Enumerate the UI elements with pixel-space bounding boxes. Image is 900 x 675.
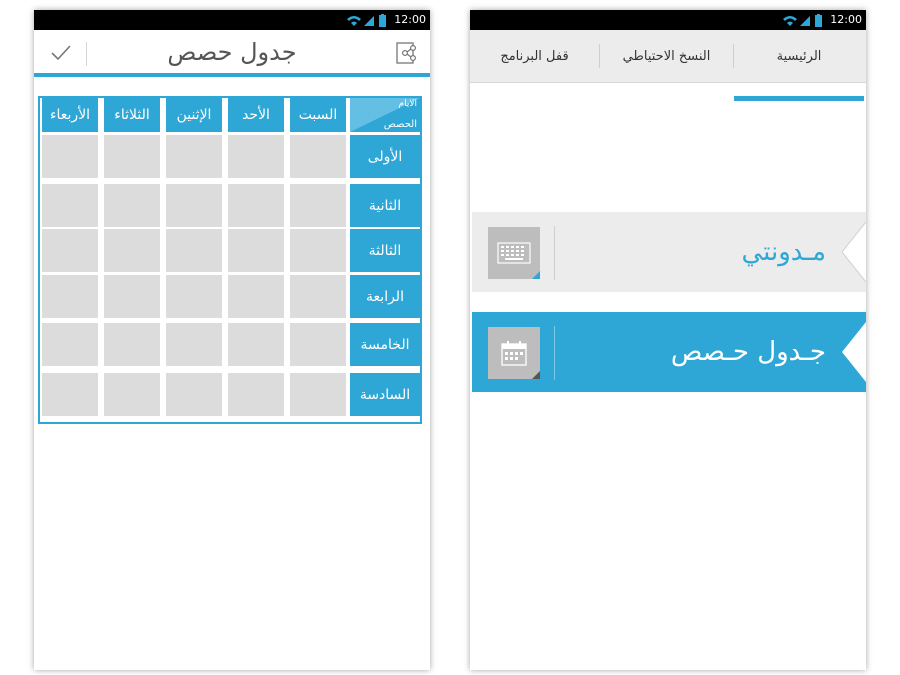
table-corner-header: الايام الحصص — [350, 98, 420, 132]
menu-icon-box — [488, 327, 540, 379]
tab-backup[interactable]: النسخ الاحتياطي — [600, 30, 733, 82]
tab-separator — [599, 44, 600, 68]
status-bar: 12:00 — [470, 10, 866, 30]
period-header: الأولى — [350, 135, 420, 178]
schedule-cell[interactable] — [228, 229, 284, 272]
day-header: السبت — [290, 98, 346, 132]
period-header: الخامسة — [350, 323, 420, 366]
schedule-cell[interactable] — [166, 184, 222, 227]
tab-bar-shadow — [470, 82, 866, 83]
tab-bar: الرئيسية النسخ الاحتياطي قفل البرنامج — [470, 30, 866, 101]
day-header: الأحد — [228, 98, 284, 132]
tab-home[interactable]: الرئيسية — [734, 30, 864, 82]
day-header: الثلاثاء — [104, 98, 160, 132]
period-header: الثانية — [350, 184, 420, 227]
status-time: 12:00 — [394, 13, 426, 26]
home-screen: 12:00 الرئيسية النسخ الاحتياطي قفل البرن… — [470, 10, 866, 670]
active-tab-indicator — [734, 96, 864, 101]
status-bar: 12:00 — [34, 10, 430, 30]
schedule-cell[interactable] — [290, 373, 346, 416]
menu-label: مـدونتي — [741, 237, 827, 267]
period-header: الثالثة — [350, 229, 420, 272]
schedule-cell[interactable] — [228, 373, 284, 416]
schedule-cell[interactable] — [228, 184, 284, 227]
app-bar-divider — [86, 42, 87, 66]
menu-separator — [554, 226, 555, 280]
schedule-cell[interactable] — [104, 184, 160, 227]
schedule-cell[interactable] — [166, 229, 222, 272]
schedule-cell[interactable] — [42, 229, 98, 272]
schedule-cell[interactable] — [290, 323, 346, 366]
schedule-cell[interactable] — [290, 135, 346, 178]
schedule-cell[interactable] — [104, 323, 160, 366]
schedule-cell[interactable] — [166, 135, 222, 178]
menu-label: جـدول حـصص — [670, 337, 826, 367]
schedule-cell[interactable] — [166, 275, 222, 318]
schedule-cell[interactable] — [166, 373, 222, 416]
app-bar-accent-line — [34, 73, 430, 77]
tab-separator — [733, 44, 734, 68]
page-title: جدول حصص — [167, 38, 297, 66]
check-icon[interactable] — [50, 43, 72, 63]
schedule-cell[interactable] — [290, 229, 346, 272]
schedule-cell[interactable] — [290, 275, 346, 318]
schedule-cell[interactable] — [104, 135, 160, 178]
schedule-cell[interactable] — [166, 323, 222, 366]
keyboard-icon — [497, 242, 531, 264]
period-header: الرابعة — [350, 275, 420, 318]
schedule-table: الايام الحصص السبت الأحد الإثنين الثلاثاء ال… — [38, 96, 422, 424]
status-time: 12:00 — [830, 13, 862, 26]
schedule-cell[interactable] — [42, 184, 98, 227]
corner-periods-label: الحصص — [383, 119, 417, 130]
schedule-cell[interactable] — [290, 184, 346, 227]
schedule-cell[interactable] — [104, 373, 160, 416]
tab-app-lock[interactable]: قفل البرنامج — [470, 30, 599, 82]
day-header: الإثنين — [166, 98, 222, 132]
schedule-cell[interactable] — [42, 373, 98, 416]
schedule-cell[interactable] — [104, 275, 160, 318]
schedule-cell[interactable] — [228, 135, 284, 178]
menu-separator — [554, 326, 555, 380]
corner-fold-icon — [532, 271, 540, 279]
calendar-icon — [501, 341, 527, 366]
share-icon[interactable] — [396, 42, 418, 64]
app-bar: جدول حصص — [34, 30, 430, 76]
schedule-screen: 12:00 جدول حصص الايام الحصص السبت الأحد ال… — [34, 10, 430, 670]
menu-item-notes[interactable]: مـدونتي — [472, 212, 866, 292]
chevron-left-icon — [842, 322, 866, 382]
schedule-cell[interactable] — [104, 229, 160, 272]
status-icons — [783, 14, 822, 27]
corner-days-label: الايام — [398, 99, 417, 109]
menu-item-schedule[interactable]: جـدول حـصص — [472, 312, 866, 392]
schedule-cell[interactable] — [42, 323, 98, 366]
schedule-cell[interactable] — [42, 135, 98, 178]
corner-fold-icon — [532, 371, 540, 379]
day-header: الأربعاء — [42, 98, 98, 132]
menu-icon-box — [488, 227, 540, 279]
period-header: السادسة — [350, 373, 420, 416]
chevron-left-icon — [842, 222, 866, 282]
schedule-cell[interactable] — [228, 323, 284, 366]
status-icons — [347, 14, 386, 27]
schedule-cell[interactable] — [228, 275, 284, 318]
schedule-cell[interactable] — [42, 275, 98, 318]
